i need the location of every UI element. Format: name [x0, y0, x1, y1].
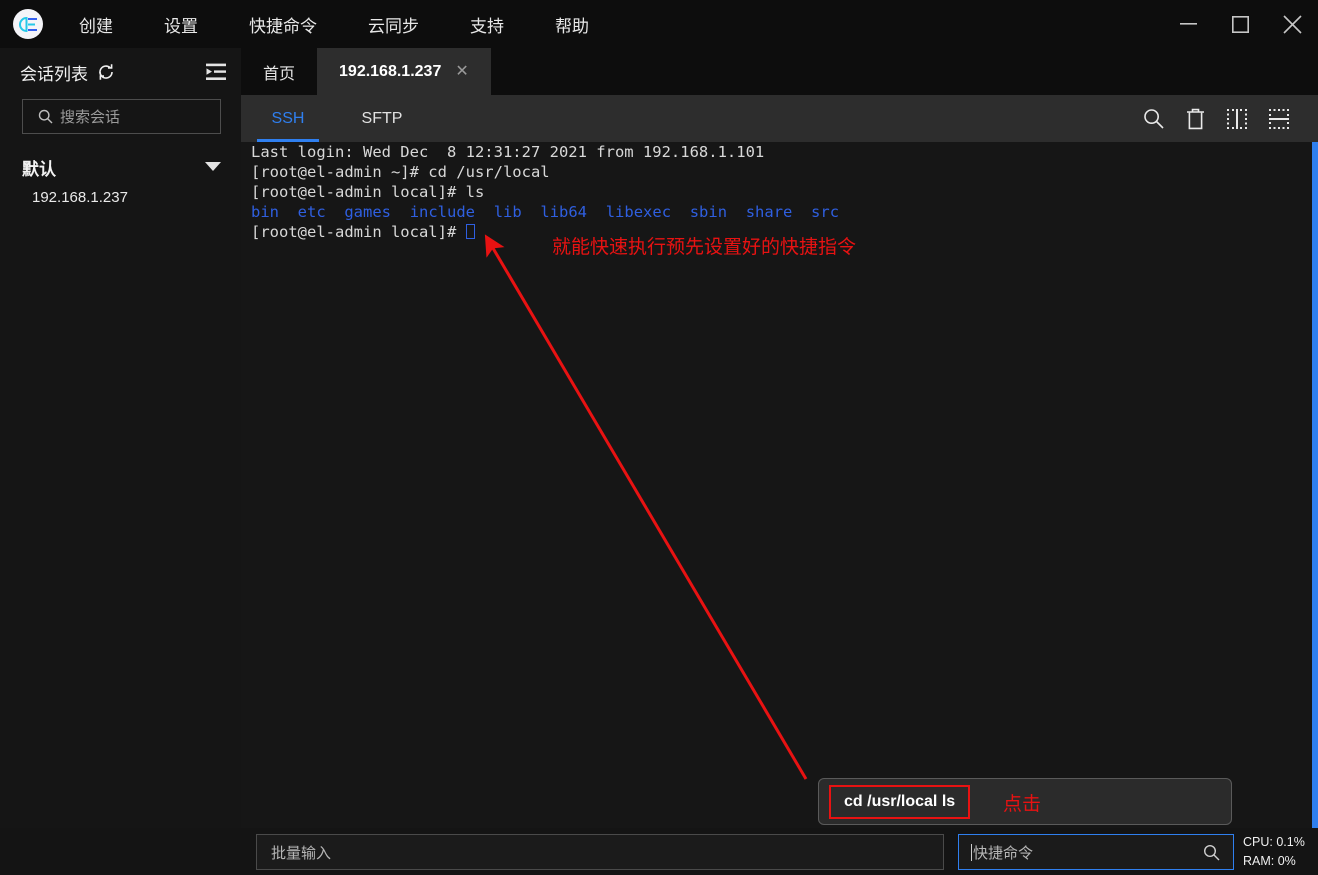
terminal-line: [root@el-admin local]# ls — [251, 182, 839, 202]
sidebar-title: 会话列表 — [20, 64, 88, 84]
terminal-dir-entry: bin — [251, 203, 279, 221]
split-vertical-icon[interactable] — [1216, 99, 1258, 139]
terminal-dir-entry: lib — [493, 203, 522, 221]
terminal-line: [root@el-admin ~]# cd /usr/local — [251, 162, 839, 182]
menu-item-support[interactable]: 支持 — [470, 6, 504, 43]
sidebar-item-session[interactable]: 192.168.1.237 — [0, 180, 241, 206]
refresh-icon[interactable] — [97, 63, 115, 81]
terminal-dir-entry: sbin — [689, 203, 728, 221]
resource-stats: CPU: 0.1% RAM: 0% — [1243, 833, 1313, 871]
terminal-dir-entry: share — [745, 203, 793, 221]
session-sidebar: 会话列表 搜索会话 默认 192.168.1.237 — [0, 48, 241, 875]
terminal-text-span — [727, 203, 746, 221]
cpu-stat: CPU: 0.1% — [1243, 835, 1305, 849]
chevron-down-icon — [205, 159, 221, 177]
terminal-text-span: Last login: Wed Dec 8 12:31:27 2021 from… — [251, 143, 765, 161]
terminal-text-span — [475, 203, 494, 221]
terminal-cursor — [465, 224, 475, 239]
terminal-text-span — [587, 203, 606, 221]
menu-item-create[interactable]: 创建 — [79, 6, 113, 43]
split-horizontal-icon[interactable] — [1258, 99, 1300, 139]
tab-ssh[interactable]: SSH — [241, 95, 335, 142]
minimize-button[interactable] — [1162, 0, 1214, 48]
terminal-text-span — [522, 203, 541, 221]
protocol-toolbar: SSH SFTP — [241, 95, 1318, 142]
search-input[interactable]: 搜索会话 — [22, 99, 221, 134]
terminal-dir-entry: src — [811, 203, 840, 221]
tab-sftp[interactable]: SFTP — [335, 95, 429, 142]
quick-command-input[interactable]: 快捷命令 — [958, 834, 1234, 870]
bottom-bar: 批量输入 快捷命令 CPU: 0.1% RAM: 0% — [0, 828, 1318, 875]
annotation-text-top: 就能快速执行预先设置好的快捷指令 — [552, 237, 857, 258]
quick-command-item[interactable]: cd /usr/local ls — [829, 784, 971, 819]
tab-home-label: 首页 — [263, 65, 296, 83]
terminal-line: bin etc games include lib lib64 libexec … — [251, 202, 839, 222]
terminal-line: Last login: Wed Dec 8 12:31:27 2021 from… — [251, 142, 839, 162]
terminal-text-span — [671, 203, 690, 221]
title-bar: 创建 设置 快捷命令 云同步 支持 帮助 — [0, 0, 1318, 48]
search-placeholder: 搜索会话 — [60, 109, 121, 126]
quick-command-placeholder: 快捷命令 — [973, 844, 1034, 862]
batch-input-placeholder: 批量输入 — [271, 844, 332, 862]
tab-session-192-168-1-237[interactable]: 192.168.1.237 ✕ — [317, 48, 491, 95]
tab-bar: 首页 192.168.1.237 ✕ — [241, 48, 1318, 95]
main-menu: 创建 设置 快捷命令 云同步 支持 帮助 — [79, 6, 640, 43]
app-window: 创建 设置 快捷命令 云同步 支持 帮助 会话列表 搜索会话 默认 192.16… — [0, 0, 1318, 875]
trash-icon[interactable] — [1174, 99, 1216, 139]
terminal-scrollbar[interactable] — [1312, 142, 1318, 828]
terminal-text-span: [root@el-admin local]# — [251, 223, 466, 241]
window-controls — [1162, 0, 1318, 48]
sidebar-group-default[interactable]: 默认 — [22, 155, 221, 180]
tab-session-label: 192.168.1.237 — [339, 62, 442, 80]
terminal-text-span — [279, 203, 298, 221]
app-logo-icon — [13, 9, 43, 39]
maximize-button[interactable] — [1214, 0, 1266, 48]
search-icon — [38, 109, 53, 124]
toolbar-icons — [1132, 99, 1318, 139]
terminal-text: Last login: Wed Dec 8 12:31:27 2021 from… — [251, 142, 839, 242]
tab-home[interactable]: 首页 — [241, 48, 317, 95]
sidebar-header: 会话列表 — [0, 48, 241, 96]
menu-item-help[interactable]: 帮助 — [555, 6, 589, 43]
terminal-text-span: [root@el-admin local]# ls — [251, 183, 485, 201]
search-icon[interactable] — [1203, 844, 1220, 861]
annotation-text-click: 点击 — [1003, 794, 1042, 815]
terminal-dir-entry: lib64 — [540, 203, 588, 221]
terminal-dir-entry: games — [344, 203, 392, 221]
terminal-text-span: [root@el-admin ~]# cd /usr/local — [251, 163, 550, 181]
terminal-dir-entry: libexec — [605, 203, 672, 221]
menu-item-settings[interactable]: 设置 — [164, 6, 198, 43]
text-cursor — [971, 843, 972, 861]
terminal-dir-entry: include — [409, 203, 476, 221]
menu-item-cloud-sync[interactable]: 云同步 — [368, 6, 419, 43]
terminal-text-span — [792, 203, 811, 221]
terminal-text-span — [391, 203, 410, 221]
ram-stat: RAM: 0% — [1243, 854, 1296, 868]
close-button[interactable] — [1266, 0, 1318, 48]
collapse-panel-icon[interactable] — [205, 63, 227, 81]
close-icon[interactable]: ✕ — [455, 63, 468, 80]
terminal-dir-entry: etc — [297, 203, 326, 221]
menu-item-quick-command[interactable]: 快捷命令 — [249, 6, 317, 43]
terminal-text-span — [326, 203, 345, 221]
search-icon[interactable] — [1132, 99, 1174, 139]
sidebar-group-label: 默认 — [22, 160, 56, 179]
batch-input-field[interactable]: 批量输入 — [256, 834, 944, 870]
